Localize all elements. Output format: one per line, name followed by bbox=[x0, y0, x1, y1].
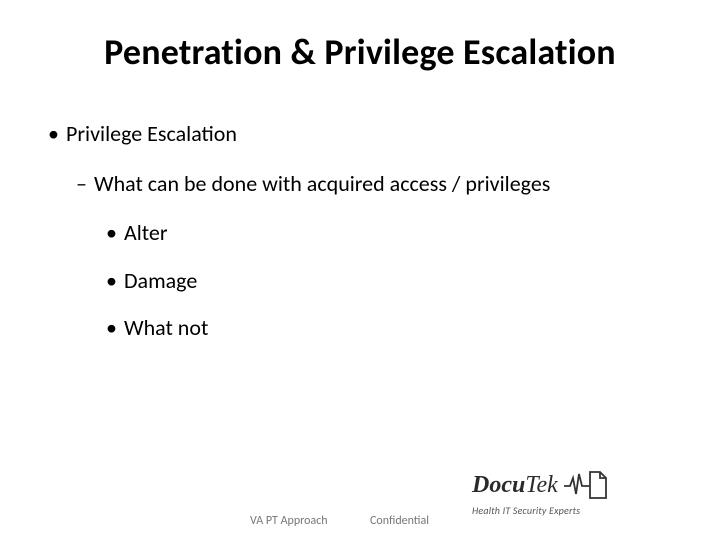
heartbeat-document-icon bbox=[564, 468, 608, 502]
bullet-dot-icon: • bbox=[48, 120, 66, 148]
logo-row: DocuTek bbox=[472, 468, 692, 502]
slide: Penetration & Privilege Escalation •Priv… bbox=[0, 0, 720, 540]
footer-right-text: Confidential bbox=[370, 514, 429, 528]
bullet-level3-group: •Alter •Damage •What not bbox=[106, 219, 680, 342]
bullet-text: What can be done with acquired access / … bbox=[94, 170, 550, 197]
slide-title: Penetration & Privilege Escalation bbox=[0, 30, 720, 74]
bullet-level2: –What can be done with acquired access /… bbox=[76, 170, 680, 198]
bullet-level3: •Damage bbox=[106, 267, 680, 295]
bullet-dot-icon: • bbox=[106, 314, 124, 342]
bullet-level1: •Privilege Escalation bbox=[48, 120, 680, 148]
slide-content: •Privilege Escalation –What can be done … bbox=[48, 120, 680, 362]
bullet-text: Privilege Escalation bbox=[66, 120, 237, 147]
footer-left-text: VA PT Approach bbox=[250, 514, 328, 528]
logo-brand-a: Docu bbox=[472, 472, 525, 498]
logo-tagline: Health IT Security Experts bbox=[472, 504, 692, 517]
bullet-text: Damage bbox=[124, 267, 197, 294]
bullet-text: Alter bbox=[124, 219, 168, 246]
bullet-dash-icon: – bbox=[76, 170, 94, 198]
logo-brand-b: Tek bbox=[525, 472, 557, 498]
logo-wordmark: DocuTek bbox=[472, 472, 558, 499]
bullet-level3: •What not bbox=[106, 314, 680, 342]
brand-logo: DocuTek Health IT Security Experts bbox=[472, 468, 692, 522]
bullet-level3: •Alter bbox=[106, 219, 680, 247]
bullet-text: What not bbox=[124, 314, 208, 341]
bullet-dot-icon: • bbox=[106, 219, 124, 247]
bullet-dot-icon: • bbox=[106, 267, 124, 295]
